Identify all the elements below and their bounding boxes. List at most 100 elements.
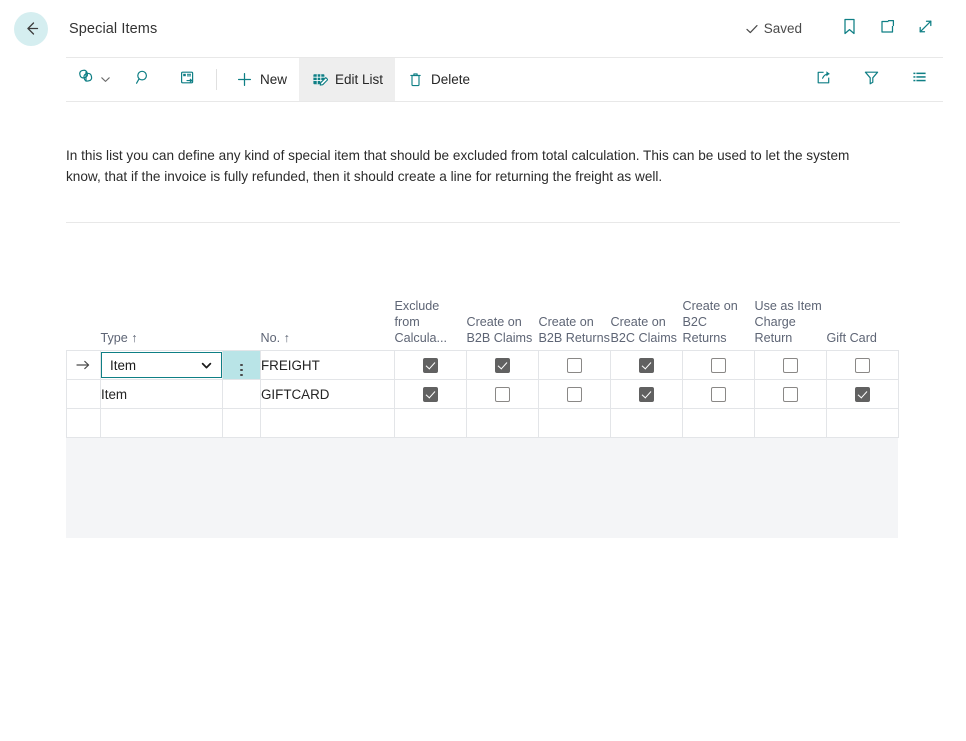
search-button[interactable] [121,58,165,101]
checkbox-gift-card[interactable] [855,357,870,373]
cell-create-on-b2c-returns[interactable] [682,350,755,380]
header-actions: Saved [745,12,966,46]
checkbox-create-on-b2c-claims[interactable] [639,357,654,373]
table-body: Item FREIGHT Item GIFTCARD [66,350,899,438]
list-options-button[interactable] [895,58,943,101]
cell-create-on-b2c-returns [682,408,755,438]
app-page: Special Items Saved New Edit List Delete… [0,0,966,741]
cell-type[interactable] [100,408,223,438]
column-header-use-as-item-charge-return[interactable]: Use as Item Charge Return [755,276,827,351]
new-button-label: New [260,72,288,87]
share-button[interactable] [799,58,847,101]
row-menu-cell [222,408,261,438]
cell-create-on-b2c-claims[interactable] [610,350,683,380]
chevron-down-icon [100,74,111,85]
column-header-exclude-from-calculation[interactable]: Exclude from Calcula... [395,276,467,351]
cell-use-as-item-charge-return[interactable] [754,350,827,380]
table-row[interactable]: Item FREIGHT [66,350,899,380]
row-indicator [66,408,101,438]
open-in-excel-icon [178,68,197,92]
row-menu-icon[interactable] [240,363,243,376]
filter-button[interactable] [847,58,895,101]
grid-empty-area [66,438,898,538]
type-dropdown-value: Item [110,357,137,373]
checkbox-create-on-b2b-returns[interactable] [567,386,582,402]
checkbox-use-as-item-charge-return[interactable] [783,357,798,373]
cell-create-on-b2b-returns[interactable] [538,379,611,409]
cell-use-as-item-charge-return [754,408,827,438]
cell-create-on-b2b-claims[interactable] [466,379,539,409]
cell-exclude-from-calculation[interactable] [394,379,467,409]
filter-icon [862,68,881,92]
cell-use-as-item-charge-return[interactable] [754,379,827,409]
cell-create-on-b2b-returns[interactable] [538,350,611,380]
arrow-left-icon [22,19,41,38]
power-automate-button[interactable] [66,58,121,101]
special-items-table: Type ↑ No. ↑ Exclude from Calcula... Cre… [66,276,899,438]
cell-gift-card[interactable] [826,379,899,409]
cell-exclude-from-calculation[interactable] [394,350,467,380]
list-options-icon [910,68,929,92]
command-bar-left: New Edit List Delete [66,58,482,101]
cell-no[interactable]: FREIGHT [260,350,395,380]
column-header-gift-card[interactable]: Gift Card [827,276,899,351]
checkbox-gift-card[interactable] [855,386,870,402]
bookmark-button[interactable] [830,12,868,46]
row-menu-cell [222,379,261,409]
cell-no[interactable]: GIFTCARD [260,379,395,409]
cell-create-on-b2b-claims [466,408,539,438]
cell-create-on-b2c-returns[interactable] [682,379,755,409]
row-indicator [66,379,101,409]
expand-button[interactable] [906,12,944,46]
cell-type[interactable]: Item [100,379,223,409]
cell-exclude-from-calculation [394,408,467,438]
checkbox-create-on-b2c-returns[interactable] [711,357,726,373]
search-icon [134,68,153,92]
grid-container: Type ↑ No. ↑ Exclude from Calcula... Cre… [66,223,899,438]
table-header-row: Type ↑ No. ↑ Exclude from Calcula... Cre… [67,276,899,351]
edit-list-button[interactable]: Edit List [299,58,396,101]
open-in-new-window-icon [878,17,897,41]
cell-type-select[interactable]: Item [100,350,223,380]
toolbar-divider [216,69,217,90]
checkbox-create-on-b2b-returns[interactable] [567,357,582,373]
cell-create-on-b2c-claims[interactable] [610,379,683,409]
open-in-excel-button[interactable] [165,58,209,101]
delete-button[interactable]: Delete [395,58,482,101]
table-row[interactable] [66,408,899,438]
checkbox-exclude-from-calculation[interactable] [423,357,438,373]
page-header: Special Items Saved [0,0,966,57]
page-title: Special Items [69,20,158,37]
open-in-new-window-button[interactable] [868,12,906,46]
table-row[interactable]: Item GIFTCARD [66,379,899,409]
command-bar-right [799,58,943,101]
share-icon [814,68,833,92]
column-header-type[interactable]: Type ↑ [101,276,223,351]
column-header-create-on-b2b-claims[interactable]: Create on B2B Claims [467,276,539,351]
type-dropdown[interactable]: Item [101,352,222,378]
column-header-create-on-b2b-returns[interactable]: Create on B2B Returns [539,276,611,351]
checkbox-create-on-b2c-claims[interactable] [639,386,654,402]
expand-icon [916,17,935,41]
cell-create-on-b2c-claims [610,408,683,438]
column-header-create-on-b2c-claims[interactable]: Create on B2C Claims [611,276,683,351]
cell-gift-card [826,408,899,438]
chevron-down-icon [200,359,213,372]
cell-create-on-b2b-returns [538,408,611,438]
plus-icon [236,71,253,88]
cell-create-on-b2b-claims[interactable] [466,350,539,380]
bookmark-icon [841,17,858,41]
column-header-no[interactable]: No. ↑ [261,276,395,351]
checkbox-exclude-from-calculation[interactable] [423,386,438,402]
cell-gift-card[interactable] [826,350,899,380]
new-button[interactable]: New [224,58,299,101]
cell-no[interactable] [260,408,395,438]
checkbox-create-on-b2c-returns[interactable] [711,386,726,402]
checkbox-use-as-item-charge-return[interactable] [783,386,798,402]
column-header-create-on-b2c-returns[interactable]: Create on B2C Returns [683,276,755,351]
back-button[interactable] [14,11,48,46]
checkbox-create-on-b2b-claims[interactable] [495,357,510,373]
checkbox-create-on-b2b-claims[interactable] [495,386,510,402]
row-menu-cell[interactable] [222,350,261,380]
edit-list-icon [311,71,329,88]
